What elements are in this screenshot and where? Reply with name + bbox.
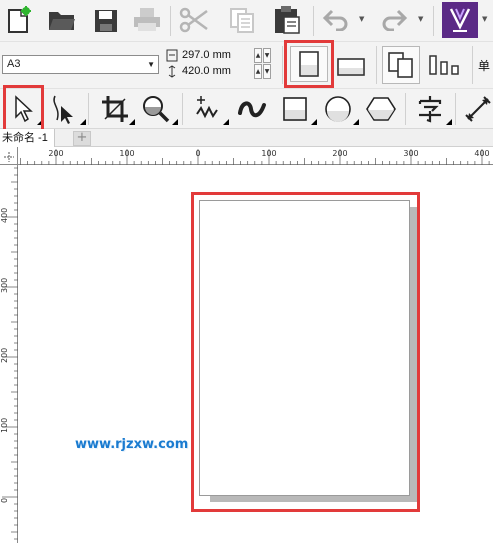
ruler-label: 300 — [0, 277, 9, 293]
toolbar-separator — [88, 93, 89, 125]
ruler-origin-icon — [4, 152, 14, 162]
page-width-field[interactable]: 297.0 mm ▲ ▼ — [166, 48, 276, 64]
tool-flyout-icon — [123, 119, 135, 125]
page-height-field[interactable]: 420.0 mm ▲ ▼ — [166, 64, 276, 80]
all-pages-button[interactable] — [382, 46, 420, 84]
polygon-tool-button[interactable] — [362, 92, 400, 126]
spin-up-icon[interactable]: ▲ — [254, 48, 262, 63]
watermark-text: www.rjzxw.com — [75, 437, 189, 452]
ruler-label: 300 — [403, 149, 419, 158]
height-spinner[interactable]: ▲ ▼ — [254, 64, 272, 79]
standard-toolbar: ▼ ▼ ▼ — [0, 0, 493, 42]
ruler-label: 100 — [261, 149, 277, 158]
ruler-label: 200 — [0, 347, 9, 363]
units-label: 单 — [478, 59, 491, 73]
ruler-label: 200 — [332, 149, 348, 158]
landscape-page-icon — [337, 58, 365, 76]
ruler-label: 200 — [48, 149, 64, 158]
pick-tool-highlight-box — [3, 85, 44, 132]
portrait-highlight-box — [284, 40, 334, 88]
toolbar-separator — [472, 46, 473, 84]
tool-flyout-icon — [347, 119, 359, 125]
artistic-media-icon — [238, 101, 266, 118]
chevron-down-icon: ▼ — [147, 60, 155, 69]
document-tab[interactable]: 未命名 -1 — [0, 129, 55, 147]
artistic-media-tool-button[interactable] — [234, 92, 270, 126]
tool-flyout-icon — [217, 119, 229, 125]
paste-icon[interactable] — [268, 3, 306, 37]
all-pages-icon — [388, 52, 413, 78]
cut-icon[interactable] — [176, 4, 212, 36]
height-dimension-icon — [168, 65, 176, 78]
redo-icon[interactable] — [376, 5, 412, 35]
page-size-select[interactable]: A3 ▼ — [2, 55, 159, 74]
open-folder-icon[interactable] — [45, 5, 79, 35]
width-spinner[interactable]: ▲ ▼ — [254, 48, 272, 63]
copy-icon[interactable] — [222, 5, 262, 35]
tool-flyout-icon — [305, 119, 317, 125]
ruler-origin-corner[interactable] — [0, 147, 18, 165]
spin-down-icon[interactable]: ▼ — [263, 64, 271, 79]
ruler-label: 400 — [474, 149, 490, 158]
dimension-icon — [464, 96, 491, 122]
save-icon[interactable] — [91, 6, 121, 36]
polygon-icon — [366, 97, 396, 121]
add-tab-button[interactable]: + — [73, 131, 91, 146]
toolbar-separator — [433, 6, 434, 36]
horizontal-ruler[interactable]: 200 100 0 100 200 300 400 — [18, 147, 493, 165]
ruler-label: 0 — [195, 149, 201, 158]
toolbar-separator — [376, 46, 377, 84]
print-icon[interactable] — [130, 5, 164, 35]
toolbar-separator — [282, 46, 283, 84]
toolbar-separator — [405, 93, 406, 125]
page-bars-icon — [429, 55, 459, 75]
corel-app-launcher-icon[interactable] — [442, 2, 478, 38]
current-page-button[interactable] — [425, 48, 465, 82]
ruler-label: 100 — [0, 417, 9, 433]
toolbar-separator — [170, 6, 171, 36]
ruler-label: 400 — [0, 207, 9, 223]
tool-flyout-icon — [440, 119, 452, 125]
page-width-input[interactable]: 297.0 mm — [182, 48, 254, 63]
page-size-value: A3 — [7, 58, 21, 70]
toolbar-separator — [313, 6, 314, 36]
spin-down-icon[interactable]: ▼ — [263, 48, 271, 63]
toolbar-separator — [455, 93, 456, 125]
width-dimension-icon — [166, 49, 178, 62]
undo-dropdown-icon[interactable]: ▼ — [359, 15, 364, 23]
landscape-orientation-button[interactable] — [333, 52, 369, 82]
dimension-tool-button[interactable] — [462, 92, 493, 126]
undo-icon[interactable] — [318, 5, 354, 35]
new-document-icon[interactable] — [3, 5, 35, 35]
shape-edit-icon — [53, 95, 73, 124]
spin-up-icon[interactable]: ▲ — [254, 64, 262, 79]
vertical-ruler[interactable]: 400 300 200 100 0 — [0, 165, 18, 543]
ruler-label: 0 — [0, 497, 9, 503]
launcher-dropdown-icon[interactable]: ▼ — [482, 15, 487, 23]
tool-flyout-icon — [74, 119, 86, 125]
toolbar-separator — [182, 93, 183, 125]
redo-dropdown-icon[interactable]: ▼ — [418, 15, 423, 23]
tool-flyout-icon — [166, 119, 178, 125]
page-height-input[interactable]: 420.0 mm — [182, 64, 254, 79]
horizontal-ruler-ticks — [20, 149, 490, 165]
ruler-label: 100 — [119, 149, 135, 158]
page-highlight-box — [191, 192, 420, 512]
